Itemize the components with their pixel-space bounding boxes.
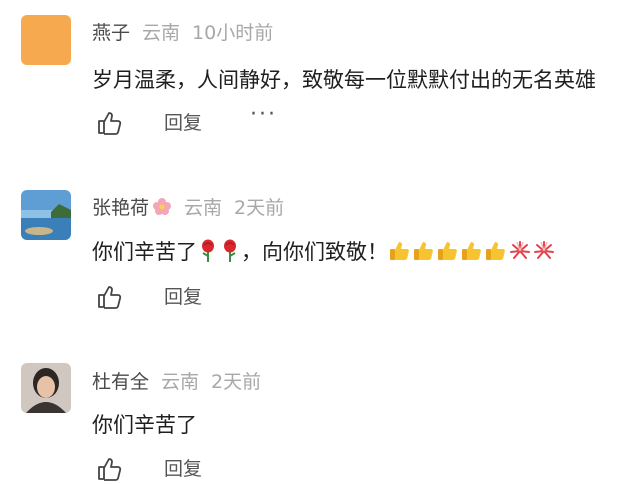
thumbs-up-icon (461, 240, 483, 267)
lake-landscape-icon (21, 190, 71, 240)
reply-button[interactable]: 回复 (164, 108, 202, 135)
comment-actions: 回复 ··· (92, 102, 392, 138)
thumbs-up-icon (485, 240, 507, 267)
comment-time: 2天前 (211, 371, 262, 393)
more-options-button[interactable]: ··· (250, 102, 277, 127)
rose-icon (198, 239, 218, 268)
thumbs-up-icon (437, 240, 459, 267)
comment-text-part: 你们辛苦了 (92, 240, 197, 264)
comment-location: 云南 (184, 197, 223, 219)
comment-location: 云南 (142, 22, 181, 44)
comment-header: 杜有全 云南 2天前 (92, 367, 261, 394)
thumbs-up-outline-icon[interactable] (96, 456, 122, 482)
commenter-name[interactable]: 张艳荷 (92, 197, 149, 219)
comment-time: 10小时前 (192, 22, 274, 44)
comment-actions: 回复 (92, 454, 392, 484)
comment-header: 张艳荷 云南 2天前 (92, 193, 284, 221)
avatar[interactable] (21, 363, 71, 413)
thumbs-up-outline-icon[interactable] (96, 110, 122, 136)
thumbs-up-icon (389, 240, 411, 267)
comment-actions: 回复 (92, 282, 392, 312)
comment-time: 2天前 (234, 197, 285, 219)
avatar[interactable] (21, 15, 71, 65)
rose-icon (220, 239, 240, 268)
person-photo-icon (21, 363, 71, 413)
flower-icon (152, 196, 172, 221)
comment-text: 你们辛苦了 (92, 413, 197, 437)
commenter-name[interactable]: 杜有全 (92, 371, 149, 393)
firework-icon (509, 240, 531, 267)
thumbs-up-icon (413, 240, 435, 267)
avatar[interactable] (21, 190, 71, 240)
comment-text: 岁月温柔，人间静好，致敬每一位默默付出的无名英雄 (92, 68, 596, 92)
reply-button[interactable]: 回复 (164, 454, 202, 481)
firework-icon (533, 240, 555, 267)
thumbs-up-outline-icon[interactable] (96, 284, 122, 310)
comment-text: 你们辛苦了 ，向你们致敬！ (92, 236, 556, 268)
reply-button[interactable]: 回复 (164, 282, 202, 309)
comment-header: 燕子 云南 10小时前 (92, 18, 273, 45)
commenter-name[interactable]: 燕子 (92, 22, 130, 44)
comment-text-part: ，向你们致敬！ (241, 240, 388, 264)
comment-location: 云南 (161, 371, 200, 393)
